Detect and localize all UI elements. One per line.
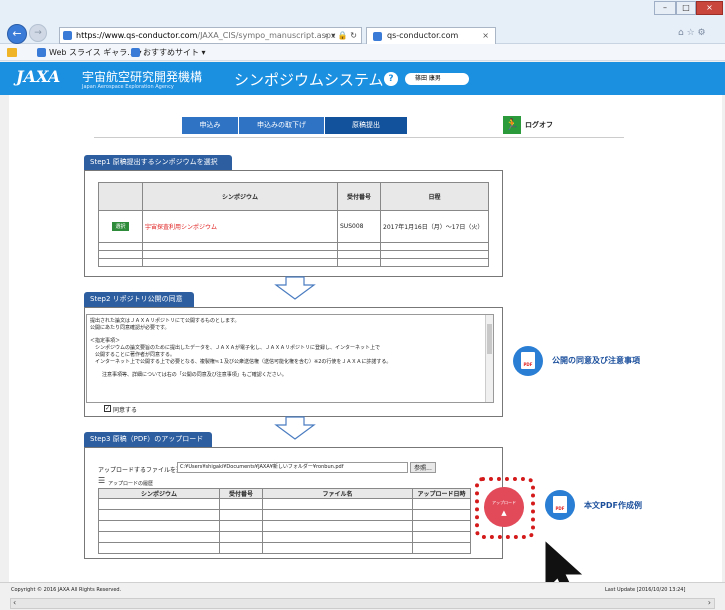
down-arrow-icon [274,416,316,440]
table-row [98,509,471,521]
step2-box: 提出された論文はＪＡＸＡリポジトリにて公開するものとします。 公開にあたり同意確… [84,307,503,417]
browser-titlebar: ← → https://www.qs-conductor.com/JAXA_CI… [0,0,725,44]
step2-title: Step2 リポジトリ公開の同意 [84,292,194,307]
terms-line: 提出された論文はＪＡＸＡリポジトリにて公開するものとします。 [90,318,240,324]
pdf-badge: PDF [553,496,567,513]
step1-box: シンポジウム 受付番号 日程 選択 宇宙探査利用シンポジウム SUS008 20… [84,170,503,277]
history-icon: ☰ [98,476,106,485]
col-file-name: ファイル名 [262,488,413,499]
nav-divider [94,137,624,138]
pdf-icon[interactable]: PDF [513,346,543,376]
minimize-button[interactable]: – [654,1,676,15]
forward-button[interactable]: → [29,24,47,42]
col-upload-datetime: アップロード日時 [412,488,471,499]
tab-close-icon[interactable]: × [482,28,489,44]
fav-web-slice[interactable]: Web スライス ギャラ... ▾ [49,44,141,61]
last-update: Last Update [2016/10/20 13:24] [605,587,686,593]
browser-tab[interactable]: qs-conductor.com × [366,27,496,44]
pdf-icon[interactable]: PDF [545,490,575,520]
col-receipt-no: 受付番号 [219,488,263,499]
terms-text: 提出された論文はＪＡＸＡリポジトリにて公開するものとします。 公開にあたり同意確… [90,318,391,379]
table-row: 選択 宇宙探査利用シンポジウム SUS008 2017年1月16日（月）～17日… [98,210,489,243]
maximize-button[interactable]: □ [676,1,696,15]
scroll-right-icon[interactable]: › [708,598,711,607]
select-button[interactable]: 選択 [112,222,129,231]
row-receipt-no: SUS008 [337,210,381,243]
pdf-badge: PDF [521,352,535,369]
history-label: アップロードの履歴 [108,481,154,487]
agree-label: 同意する [113,407,138,414]
user-name: 篠田 康男 [405,73,469,85]
terms-textarea[interactable]: 提出された論文はＪＡＸＡリポジトリにて公開するものとします。 公開にあたり同意確… [86,314,494,403]
horizontal-scrollbar[interactable]: ‹ › [10,598,715,609]
table-row [98,250,489,259]
org-name-en: Japan Aerospace Exploration Agency [82,84,174,90]
logoff-link[interactable]: ログオフ [525,120,553,130]
table-row [98,498,471,510]
tab-manuscript[interactable]: 原稿提出 [325,117,408,134]
step1-title: Step1 原稿提出するシンポジウムを選択 [84,155,232,170]
status-bar: Copyright © 2016 JAXA All Rights Reserve… [0,582,725,610]
file-select-label: アップロードするファイルを選択 [98,467,189,474]
jaxa-logo: JAXA [16,67,61,86]
row-schedule: 2017年1月16日（月）～17日（火） [380,210,489,243]
ie-icon [63,31,72,40]
terms-scrollbar[interactable] [485,315,493,402]
web-slice-icon [37,48,46,57]
select-col-header [98,182,143,211]
table-row [98,542,471,554]
url-path: /JAXA_CIS/sympo_manuscript.aspx [197,31,336,40]
browse-button[interactable]: 参照... [410,462,436,473]
table-row [98,242,489,251]
terms-line: インターネット上で公開する上で必要となる、複製権≒１及び公衆送信権（送信可能化権… [95,359,392,365]
terms-line: 公開することに著作者が同意する。 [95,352,176,358]
back-button[interactable]: ← [7,24,27,44]
system-title: シンポジウムシステム [234,71,384,89]
symposium-table: シンポジウム 受付番号 日程 選択 宇宙探査利用シンポジウム SUS008 20… [98,182,489,267]
scroll-left-icon[interactable]: ‹ [13,598,16,607]
copyright: Copyright © 2016 JAXA All Rights Reserve… [11,587,122,593]
upload-button[interactable]: アップロード ▲ [484,487,524,527]
address-bar[interactable]: https://www.qs-conductor.com/JAXA_CIS/sy… [59,27,362,44]
tab-title: qs-conductor.com [387,31,459,40]
table-row [98,520,471,532]
site-header: JAXA 宇宙航空研究開発機構 Japan Aerospace Explorat… [0,62,725,95]
step3-box: アップロードするファイルを選択 C:¥Users¥shigaki¥Documen… [84,447,503,559]
col-schedule: 日程 [380,182,489,211]
scrollbar-thumb[interactable] [487,324,492,354]
home-star-gear-icons[interactable]: ⌂ ☆ ⚙ [678,28,706,38]
tab-withdraw[interactable]: 申込みの取下げ [239,117,325,134]
fav-suggested-sites[interactable]: おすすめサイト ▾ [143,44,206,61]
terms-line: 注意事項等、詳細については右の「公開の同意及び注意事項」もご確認ください。 [102,372,287,378]
col-receipt-no: 受付番号 [337,182,381,211]
terms-line: 公開にあたり同意確認が必要です。 [90,325,170,331]
file-path-input[interactable]: C:¥Users¥shigaki¥Documents¥JAXA¥新しいフォルダー… [177,462,408,473]
row-symposium-name: 宇宙探査利用シンポジウム [142,210,338,243]
sample-pdf-link[interactable]: 本文PDF作成例 [584,500,642,511]
help-icon[interactable]: ? [384,72,398,86]
favorites-bar: Web スライス ギャラ... ▾ おすすめサイト ▾ [0,44,725,61]
addr-icons[interactable]: ⌕ ▾ 🔒 ↻ [324,28,357,43]
col-symposium: シンポジウム [142,182,338,211]
url-domain: https://www.qs-conductor.com [76,31,198,40]
close-window-button[interactable]: × [696,1,723,15]
table-row [98,258,489,267]
tab-apply[interactable]: 申込み [182,117,239,134]
terms-line: ＜指定事項＞ [90,338,121,344]
agree-checkbox[interactable]: ✓ [104,405,111,412]
org-name-jp: 宇宙航空研究開発機構 [82,70,203,84]
down-arrow-icon [274,276,316,300]
step3-title: Step3 原稿（PDF）のアップロード [84,432,212,447]
upload-button-label: アップロード [492,500,516,505]
suggested-sites-icon [131,48,140,57]
terms-line: シンポジウムの論文要旨のために提出したデータを、ＪＡＸＡが電子化し、ＪＡＸＡリポ… [95,345,381,351]
table-row [98,531,471,543]
upload-history-table: シンポジウム 受付番号 ファイル名 アップロード日時 [98,488,471,554]
favorites-star-icon[interactable] [7,48,17,57]
exit-icon[interactable]: 🏃 [503,116,521,134]
terms-pdf-link[interactable]: 公開の同意及び注意事項 [552,355,640,366]
col-symposium: シンポジウム [98,488,220,499]
tab-favicon [373,32,382,41]
upload-arrow-icon: ▲ [501,509,507,517]
